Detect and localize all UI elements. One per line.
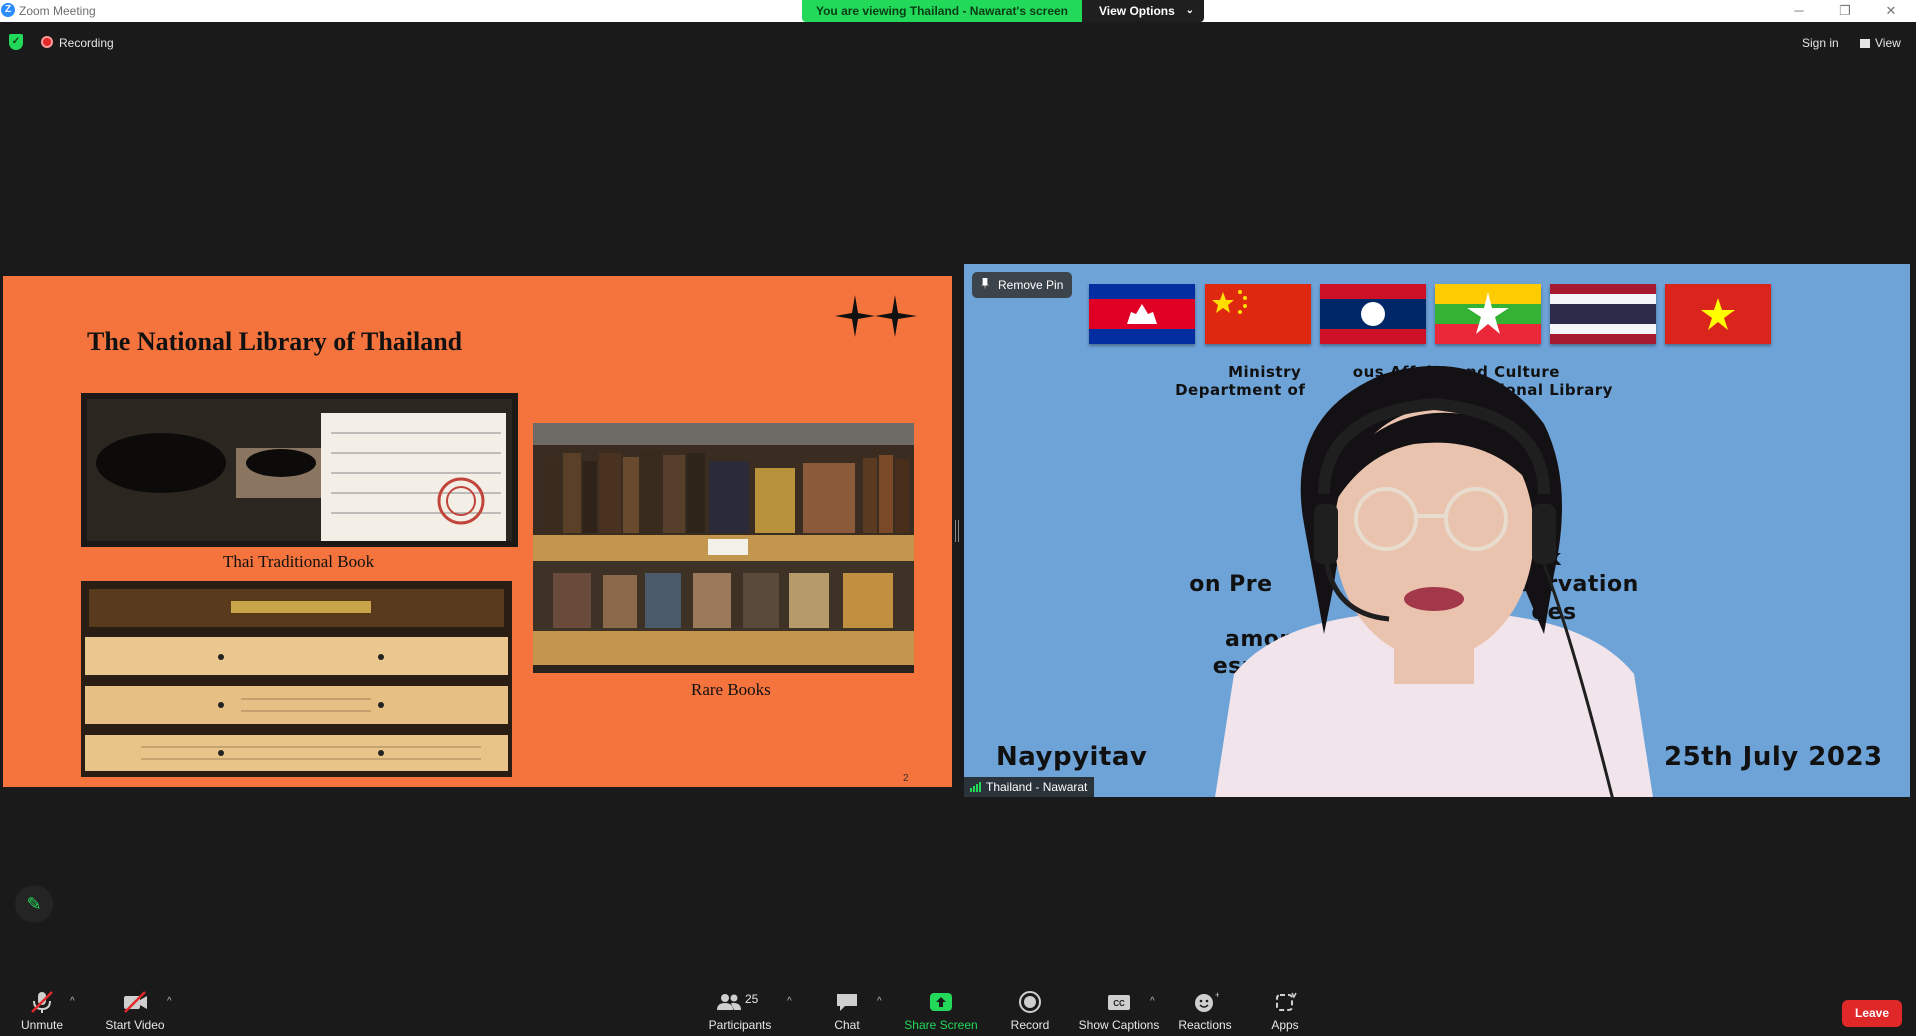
caption-rare-books: Rare Books [691, 680, 771, 699]
leave-button[interactable]: Leave [1842, 1000, 1902, 1027]
remove-pin-label: Remove Pin [998, 278, 1064, 292]
participant-name: Thailand - Nawarat [986, 780, 1088, 794]
apps-button[interactable]: Apps [1255, 982, 1315, 1036]
participants-label: Participants [708, 1018, 772, 1032]
start-video-label: Start Video [105, 1018, 165, 1032]
pin-icon [981, 278, 989, 290]
show-captions-label: Show Captions [1078, 1018, 1160, 1032]
caption-thai-traditional-book: Thai Traditional Book [223, 552, 375, 571]
window-title: Zoom Meeting [19, 4, 96, 18]
speaker-person-image [1215, 365, 1653, 797]
share-screen-button[interactable]: Share Screen [900, 982, 982, 1036]
record-icon [1019, 991, 1041, 1013]
thailand-flag-icon [1550, 284, 1656, 344]
vietnam-flag-icon [1665, 284, 1771, 344]
speaker-video[interactable]: Remove Pin Ministry ous Affairs and Cult… [964, 264, 1910, 797]
remove-pin-button[interactable]: Remove Pin [972, 272, 1073, 298]
view-button[interactable]: View [1860, 36, 1901, 50]
cambodia-flag-icon [1089, 284, 1195, 344]
chat-bubble-icon [837, 994, 857, 1011]
apps-icon [1276, 992, 1297, 1011]
participants-options-caret-icon[interactable]: ^ [787, 996, 792, 1007]
chevron-down-icon: ⌄ [1185, 5, 1194, 16]
closed-captions-icon: CC [1108, 995, 1130, 1010]
chat-label: Chat [834, 1018, 860, 1032]
view-label: View [1875, 36, 1901, 50]
video-off-icon [124, 991, 147, 1013]
sign-in-button[interactable]: Sign in [1802, 36, 1839, 50]
record-button[interactable]: Record [1000, 982, 1060, 1036]
shared-screen-slide: The National Library of Thailand Thai Tr… [3, 276, 952, 787]
audio-signal-icon [970, 782, 982, 792]
unmute-label: Unmute [20, 1018, 64, 1032]
close-button[interactable]: ✕ [1872, 1, 1910, 21]
annotate-pencil-icon[interactable]: ✎ [15, 885, 53, 923]
thai-traditional-book-photo [81, 393, 518, 547]
rare-books-photo [533, 423, 914, 673]
participant-count: 25 [745, 992, 759, 1006]
start-video-button[interactable]: Start Video [100, 982, 170, 1036]
minimize-button[interactable]: ─ [1780, 1, 1818, 21]
reactions-label: Reactions [1178, 1018, 1232, 1032]
view-options-button[interactable]: View Options ⌄ [1082, 0, 1204, 22]
reactions-button[interactable]: + Reactions [1175, 982, 1235, 1036]
show-captions-button[interactable]: CC Show Captions [1075, 982, 1163, 1036]
view-options-label: View Options [1099, 4, 1175, 18]
share-screen-icon [930, 993, 952, 1011]
video-options-caret-icon[interactable]: ^ [167, 996, 172, 1007]
reactions-smiley-icon: + [1195, 990, 1219, 1012]
panel-splitter-handle[interactable] [955, 520, 959, 542]
audio-options-caret-icon[interactable]: ^ [70, 996, 75, 1007]
participant-name-tag: Thailand - Nawarat [964, 777, 1095, 797]
security-shield-icon[interactable]: ✓ [9, 34, 23, 50]
chat-options-caret-icon[interactable]: ^ [877, 996, 882, 1007]
apps-label: Apps [1271, 1018, 1299, 1032]
recording-label[interactable]: Recording [59, 36, 114, 50]
captions-options-caret-icon[interactable]: ^ [1150, 996, 1155, 1007]
svg-text:CC: CC [1113, 999, 1125, 1008]
sparkle-icon [835, 295, 917, 337]
myanmar-flag-icon [1435, 284, 1541, 344]
share-screen-label: Share Screen [904, 1018, 978, 1032]
recording-icon [41, 36, 53, 48]
palm-leaf-manuscript-photo [81, 581, 512, 777]
muted-microphone-icon [31, 991, 53, 1013]
view-layout-icon [1860, 39, 1870, 48]
participants-button[interactable]: 25 Participants [700, 982, 780, 1036]
laos-flag-icon [1320, 284, 1426, 344]
slide-title: The National Library of Thailand [87, 327, 463, 356]
chat-button[interactable]: Chat [817, 982, 877, 1036]
slide-page-number: 2 [903, 773, 909, 784]
meeting-toolbar: Unmute ^ Start Video ^ 25 Participants ^… [0, 982, 1916, 1036]
svg-text:+: + [1215, 990, 1219, 1000]
participants-icon: 25 [715, 990, 765, 1014]
restore-button[interactable]: ❐ [1826, 1, 1864, 21]
record-label: Record [1010, 1018, 1050, 1032]
zoom-logo-icon: Z [1, 3, 15, 17]
china-flag-icon [1205, 284, 1311, 344]
unmute-button[interactable]: Unmute [12, 982, 72, 1036]
backdrop-text-line: Naypyitav [996, 742, 1148, 772]
viewing-screen-banner: You are viewing Thailand - Nawarat's scr… [802, 0, 1082, 22]
